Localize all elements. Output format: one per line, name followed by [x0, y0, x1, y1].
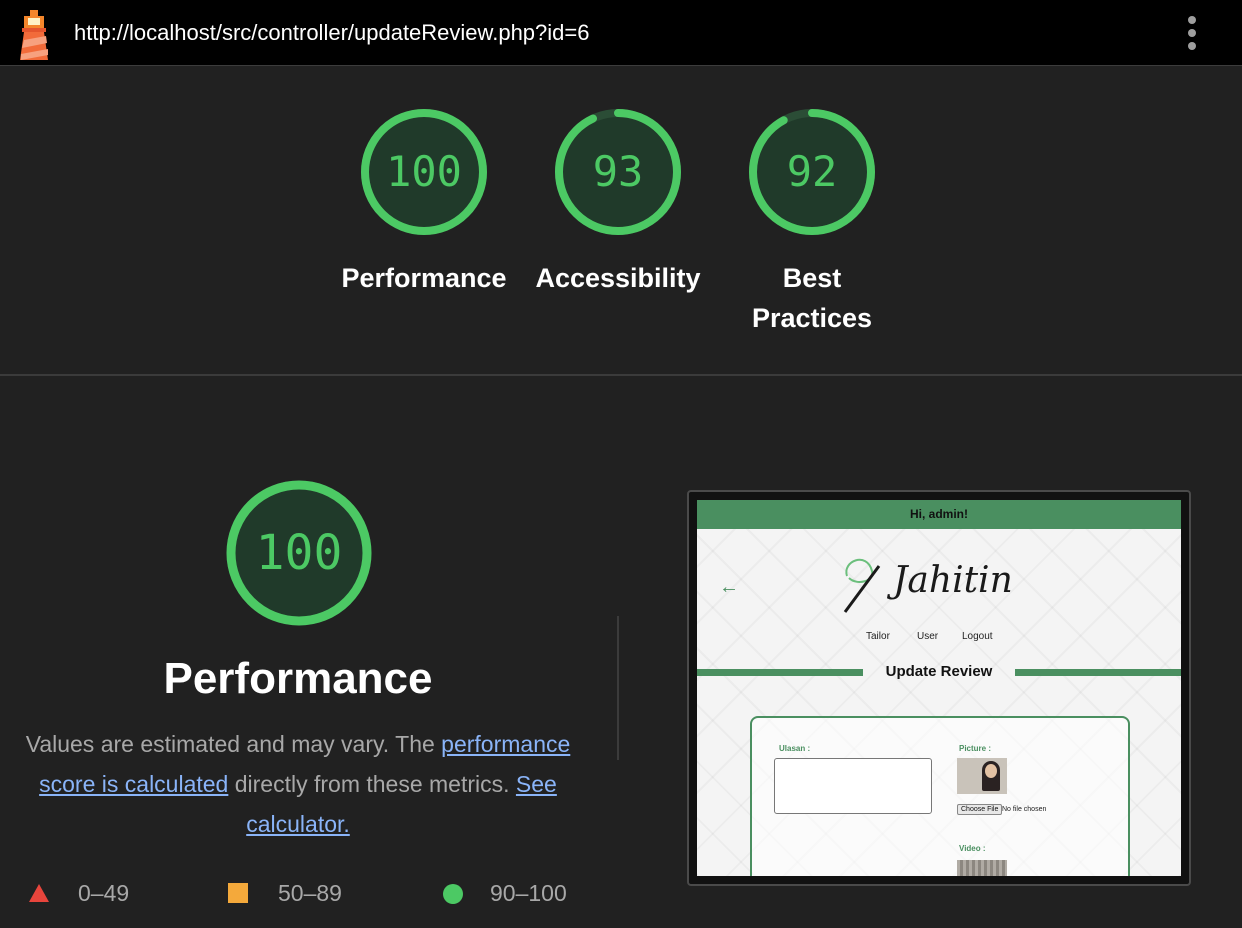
score-ring: 100: [358, 106, 490, 238]
nav-tailor: Tailor: [866, 631, 890, 642]
nav-logout: Logout: [962, 631, 993, 642]
legend-range: 0–49: [78, 880, 130, 906]
gauge-performance[interactable]: 100 Performance: [329, 106, 519, 298]
score-value: 92: [786, 147, 838, 196]
category-gauges: 100 Performance 93 Accessibility 92 Best…: [0, 96, 1242, 376]
score-value: 93: [592, 147, 644, 196]
greeting-bar: Hi, admin!: [697, 500, 1181, 529]
score-ring: 92: [746, 106, 878, 238]
circle-icon: [443, 884, 463, 904]
needle-thread-icon: [843, 558, 881, 613]
lighthouse-icon: [20, 10, 48, 60]
review-form: Ulasan : Picture : Choose File No file c…: [750, 716, 1130, 876]
score-value: 100: [386, 147, 462, 196]
ulasan-label: Ulasan :: [779, 744, 811, 753]
picture-label: Picture :: [959, 744, 992, 753]
title-bar-right: [1015, 669, 1181, 676]
performance-description: Values are estimated and may vary. The p…: [14, 724, 582, 844]
gauge-best-practices[interactable]: 92 Best Practices: [717, 106, 907, 338]
performance-title: Performance: [163, 654, 433, 703]
back-arrow-icon: ←: [719, 576, 739, 598]
more-vertical-icon[interactable]: [1178, 14, 1206, 54]
file-status: No file chosen: [1002, 806, 1047, 813]
page-url: http://localhost/src/controller/updateRe…: [74, 20, 590, 45]
performance-score: 100: [255, 525, 343, 581]
score-ring: 93: [552, 106, 684, 238]
square-icon: [228, 883, 248, 903]
performance-gauge: 100: [224, 478, 374, 628]
score-legend: 0–49 50–89 90–100: [0, 876, 620, 910]
video-label: Video :: [959, 844, 986, 853]
screenshot-content: Hi, admin! ← Jahitin Tailor User Logout …: [697, 500, 1181, 876]
gauge-label: Best Practices: [751, 263, 873, 333]
gauge-label: Performance: [341, 263, 507, 293]
desc-text: directly from these metrics.: [228, 771, 516, 797]
top-bar: http://localhost/src/controller/updateRe…: [0, 0, 1242, 66]
gauge-accessibility[interactable]: 93 Accessibility: [523, 106, 713, 298]
section-divider: [0, 374, 1242, 376]
choose-file-button: Choose File: [957, 804, 1003, 815]
triangle-icon: [29, 884, 49, 902]
final-screenshot[interactable]: Hi, admin! ← Jahitin Tailor User Logout …: [687, 490, 1191, 886]
video-thumbnail: [957, 860, 1007, 876]
gauge-label: Accessibility: [535, 263, 701, 293]
screenshot-page-title: Update Review: [885, 663, 993, 680]
vertical-divider: [617, 616, 619, 760]
legend-range: 90–100: [490, 880, 567, 906]
title-bar-left: [697, 669, 863, 676]
nav-user: User: [917, 631, 939, 642]
ulasan-textarea: [774, 758, 932, 814]
picture-thumbnail: [957, 758, 1007, 794]
desc-text: Values are estimated and may vary. The: [25, 731, 442, 757]
brand-logo-text: Jahitin: [893, 560, 1013, 601]
legend-range: 50–89: [278, 880, 342, 906]
